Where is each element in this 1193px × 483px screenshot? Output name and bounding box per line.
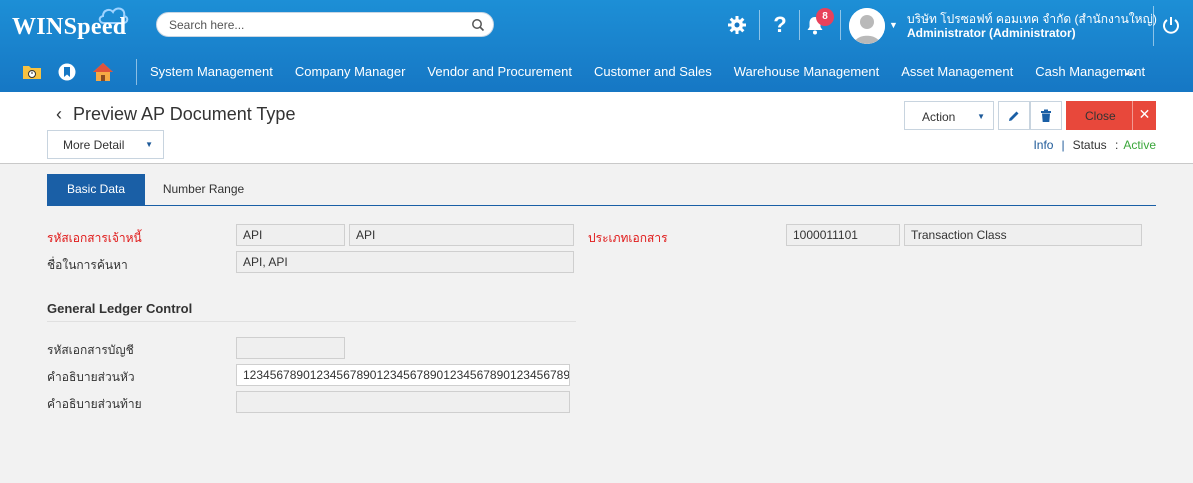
menu-company-manager[interactable]: Company Manager [295,64,406,79]
status-value: Active [1123,138,1156,152]
close-button[interactable]: Close ✕ [1066,101,1156,130]
footer-desc-field[interactable] [236,391,570,413]
search-box[interactable] [156,12,494,37]
more-detail-dropdown[interactable]: More Detail ▼ [47,130,164,159]
tab-bar: Basic Data Number Range [47,174,1156,206]
divider [840,10,841,40]
pencil-icon [1009,111,1019,121]
nav-bar: System Management Company Manager Vendor… [0,52,1193,92]
chevron-down-icon[interactable]: ▼ [889,20,898,30]
gl-control-title: General Ledger Control [47,301,193,316]
menu-vendor-procurement[interactable]: Vendor and Procurement [427,64,572,79]
doc-type-code-field[interactable]: 1000011101 [786,224,900,246]
top-bar: WINSpeed ? 8 [0,0,1193,92]
power-icon[interactable] [1158,12,1184,38]
edit-button[interactable] [998,101,1030,130]
delete-button[interactable] [1030,101,1062,130]
bookmark-icon[interactable] [55,60,79,84]
menu-more[interactable]: ... [1125,62,1137,78]
divider [136,59,137,85]
more-detail-label: More Detail [63,138,125,152]
doc-code-label: รหัสเอกสารเจ้าหนี้ [47,231,142,245]
caret-down-icon: ▼ [145,140,153,149]
action-label: Action [922,110,956,124]
header-desc-field[interactable]: 1234567890123456789012345678901234567890… [236,364,570,386]
menu-customer-sales[interactable]: Customer and Sales [594,64,712,79]
footer-desc-label: คำอธิบายส่วนท้าย [47,397,142,411]
divider [1153,6,1154,46]
info-link[interactable]: Info [1033,138,1053,152]
close-x-icon[interactable]: ✕ [1132,101,1156,130]
notification-badge: 8 [816,8,834,26]
doc-code-field-1[interactable]: API [236,224,345,246]
divider [799,10,800,40]
doc-type-label: ประเภทเอกสาร [588,231,668,245]
caret-down-icon: ▼ [977,112,985,121]
account-doc-field[interactable] [236,337,345,359]
account-doc-label: รหัสเอกสารบัญชี [47,343,134,357]
doc-type-name-field[interactable]: Transaction Class [904,224,1142,246]
trash-icon [1041,109,1051,122]
back-chevron-icon[interactable]: ‹ [56,104,62,125]
close-label: Close [1085,109,1116,123]
tab-basic-data[interactable]: Basic Data [47,174,145,205]
page-title: Preview AP Document Type [73,104,296,124]
status-line: Info | Status : Active [1033,138,1156,152]
folder-clock-icon[interactable] [20,60,44,84]
search-name-field[interactable]: API, API [236,251,574,273]
page-header: ‹ Preview AP Document Type More Detail ▼… [0,92,1193,164]
home-icon[interactable] [91,60,115,84]
header-desc-label: คำอธิบายส่วนหัว [47,370,135,384]
search-input[interactable] [169,16,459,34]
divider [759,10,760,40]
app-logo[interactable]: WINSpeed [12,14,126,41]
search-icon[interactable] [471,18,485,32]
avatar[interactable] [849,8,885,44]
settings-gear-icon[interactable] [724,12,750,38]
menu-asset-management[interactable]: Asset Management [901,64,1013,79]
menu-warehouse-management[interactable]: Warehouse Management [734,64,880,79]
doc-code-field-2[interactable]: API [349,224,574,246]
main-menu: System Management Company Manager Vendor… [150,64,1167,79]
menu-system-management[interactable]: System Management [150,64,273,79]
action-dropdown[interactable]: Action ▼ [904,101,994,130]
user-name: Administrator (Administrator) [907,26,1076,40]
section-divider [47,321,576,322]
tab-number-range[interactable]: Number Range [145,174,262,205]
help-question-icon[interactable]: ? [767,12,793,38]
search-name-label: ชื่อในการค้นหา [47,258,128,272]
status-label: Status [1072,138,1107,152]
